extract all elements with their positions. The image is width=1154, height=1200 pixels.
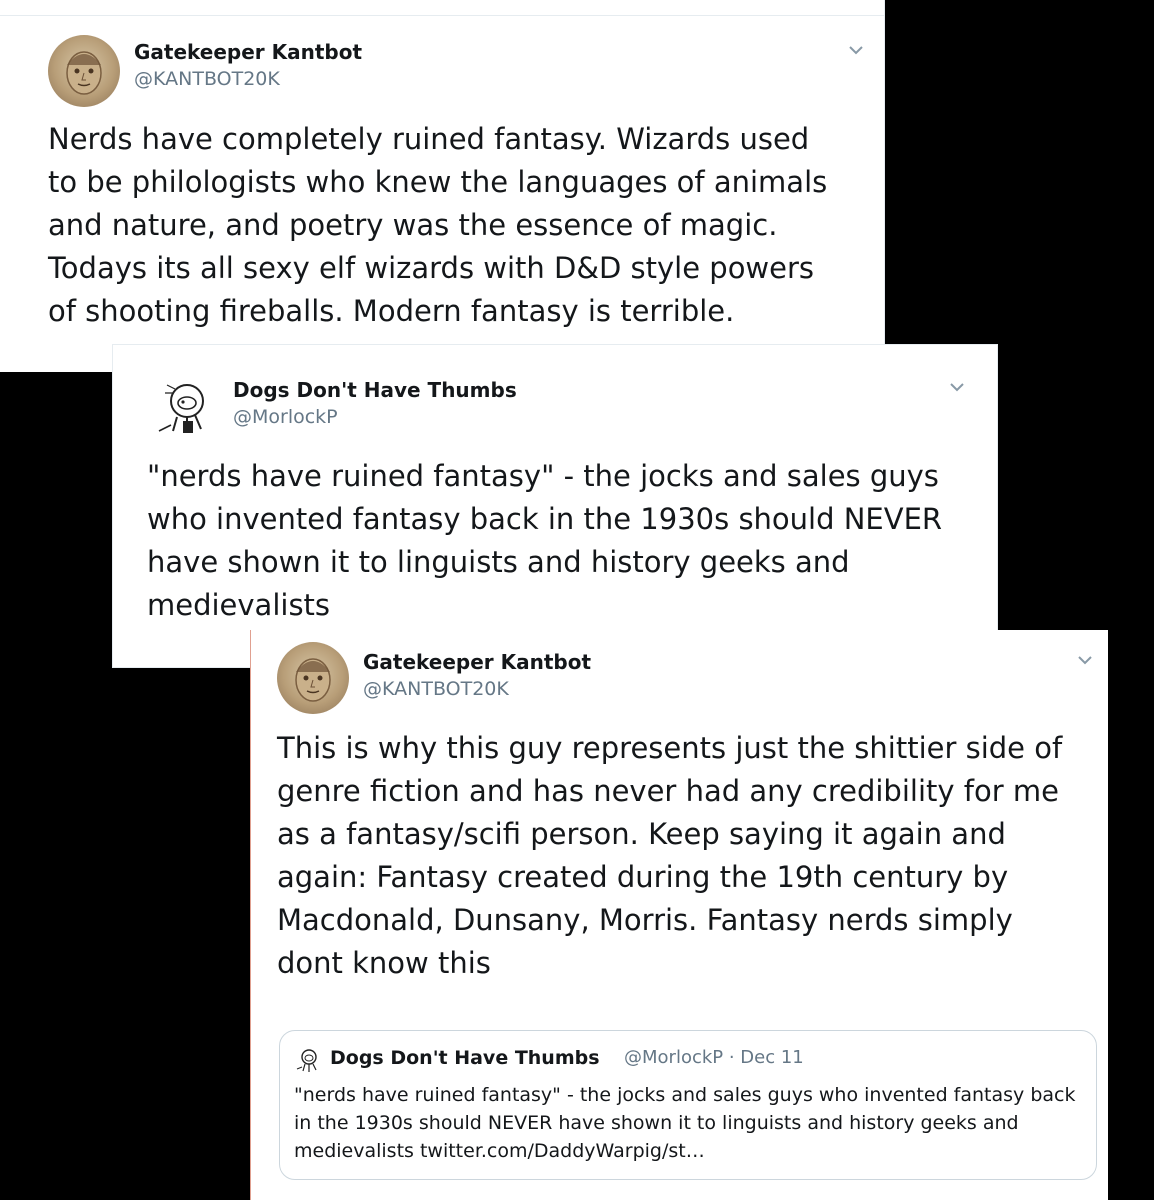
tweet-card: Gatekeeper Kantbot @KANTBOT20K Nerds hav… bbox=[0, 0, 885, 372]
chevron-down-icon[interactable] bbox=[945, 375, 969, 399]
quoted-tweet-text: "nerds have ruined fantasy" - the jocks … bbox=[294, 1084, 1076, 1162]
dog-sketch-icon bbox=[158, 384, 204, 433]
avatar[interactable] bbox=[48, 35, 120, 107]
avatar[interactable] bbox=[277, 642, 349, 714]
divider bbox=[0, 15, 884, 16]
chevron-down-icon[interactable] bbox=[1073, 648, 1097, 672]
tweet-text: "nerds have ruined fantasy" - the jocks … bbox=[147, 459, 943, 622]
tweet-text: This is why this guy represents just the… bbox=[277, 731, 1063, 980]
author-handle[interactable]: @KANTBOT20K bbox=[363, 678, 509, 700]
tweet-text: Nerds have completely ruined fantasy. Wi… bbox=[48, 122, 828, 328]
quoted-author-handle-date: @MorlockP · Dec 11 bbox=[624, 1047, 804, 1068]
author-name[interactable]: Dogs Don't Have Thumbs bbox=[233, 378, 517, 402]
tweet-card: Dogs Don't Have Thumbs @MorlockP "nerds … bbox=[112, 344, 998, 668]
author-name[interactable]: Gatekeeper Kantbot bbox=[134, 40, 362, 64]
author-handle[interactable]: @MorlockP bbox=[233, 406, 338, 428]
quoted-tweet[interactable]: Dogs Don't Have Thumbs @MorlockP · Dec 1… bbox=[279, 1030, 1097, 1180]
chevron-down-icon[interactable] bbox=[844, 38, 868, 62]
quoted-author-name: Dogs Don't Have Thumbs bbox=[330, 1047, 600, 1069]
author-name[interactable]: Gatekeeper Kantbot bbox=[363, 650, 591, 674]
author-handle[interactable]: @KANTBOT20K bbox=[134, 68, 280, 90]
dog-sketch-icon bbox=[296, 1049, 317, 1072]
tweet-card: Gatekeeper Kantbot @KANTBOT20K This is w… bbox=[250, 630, 1108, 1200]
portrait-icon bbox=[295, 658, 331, 702]
portrait-icon bbox=[66, 51, 102, 95]
avatar[interactable] bbox=[147, 369, 219, 441]
